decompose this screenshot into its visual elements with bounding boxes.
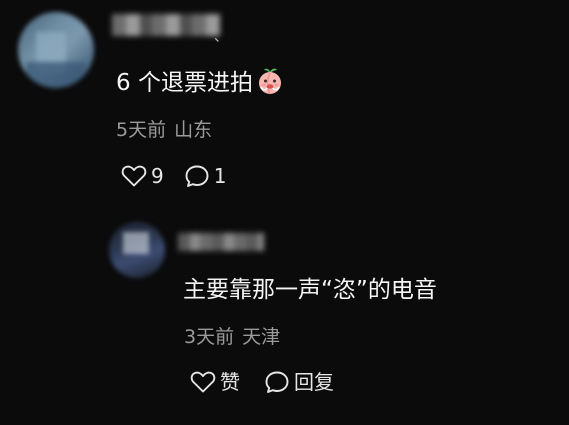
reply-actions: 赞 回复 — [190, 370, 334, 394]
comment-body: 6 个退票进拍 — [116, 70, 253, 96]
comment-section: 、 6 个退票进拍 5天前 山东 9 1 主要靠那一声“恣”的电音 3天前 天津… — [0, 0, 569, 425]
heart-icon — [121, 165, 147, 187]
peach-emoji-icon — [258, 68, 281, 95]
comment-meta: 5天前 山东 — [116, 118, 212, 142]
comment-bubble-icon — [265, 371, 289, 393]
reply-label: 回复 — [294, 370, 334, 394]
username-suffix: 、 — [214, 29, 228, 45]
comment-location: 山东 — [174, 119, 213, 141]
like-count: 9 — [151, 164, 164, 188]
like-label: 赞 — [220, 370, 240, 394]
comment-actions: 9 1 — [121, 164, 226, 188]
heart-icon — [190, 371, 216, 393]
reply-like-button[interactable]: 赞 — [190, 370, 240, 394]
reply-username-blurred[interactable] — [178, 233, 264, 251]
comment-text: 6 个退票进拍 — [116, 66, 285, 98]
comment-bubble-icon — [185, 165, 209, 187]
reply-count: 1 — [213, 164, 227, 188]
reply-reply-button[interactable]: 回复 — [264, 370, 334, 394]
reply-button[interactable]: 1 — [184, 164, 227, 188]
reply-text: 主要靠那一声“恣”的电音 — [183, 277, 437, 303]
username-blurred[interactable] — [112, 14, 220, 36]
reply-avatar[interactable] — [109, 222, 165, 278]
comment-time: 5天前 — [116, 119, 167, 141]
reply-location: 天津 — [242, 326, 281, 348]
avatar[interactable] — [18, 12, 94, 88]
reply-meta: 3天前 天津 — [184, 325, 280, 349]
reply-time: 3天前 — [184, 326, 235, 348]
like-button[interactable]: 9 — [121, 164, 164, 188]
